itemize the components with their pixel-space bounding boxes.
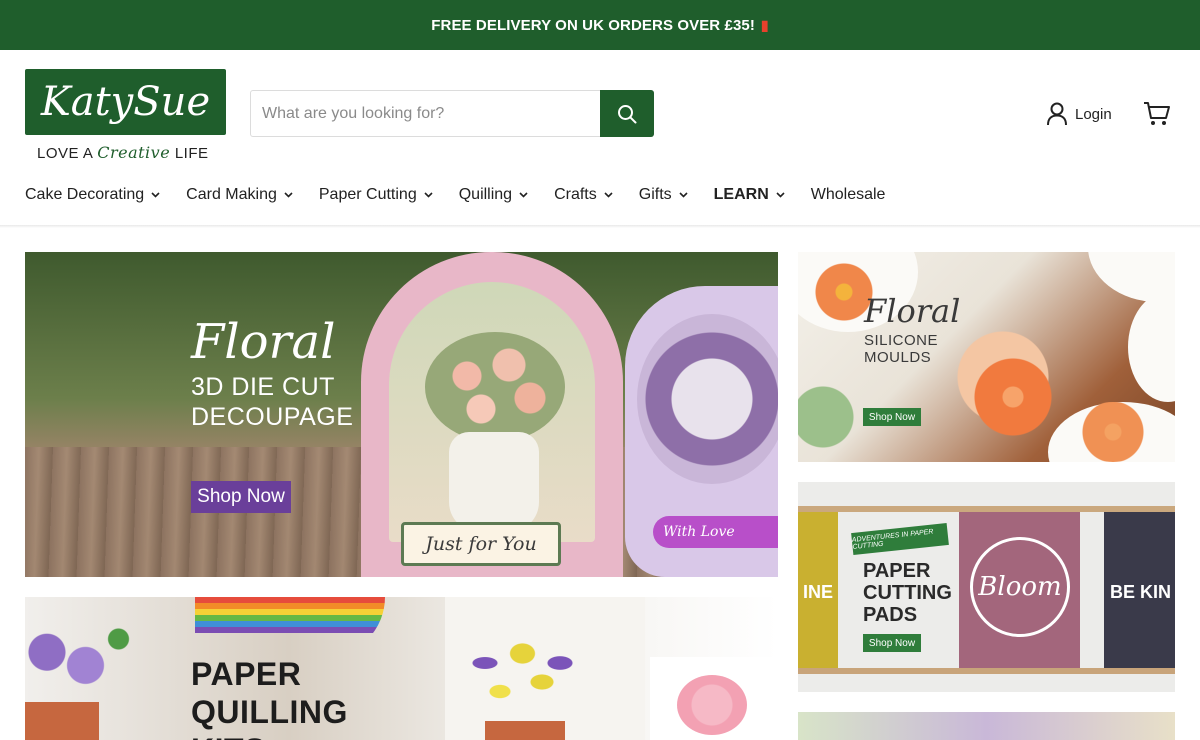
bloom-papercut: Bloom (970, 537, 1070, 637)
search-input[interactable] (251, 91, 600, 136)
banner-paper-quilling[interactable]: PAPER QUILLING KITS (25, 597, 778, 740)
banner-floral-moulds[interactable]: Floral SILICONE MOULDS Shop Now (798, 252, 1175, 462)
banner-title: Floral (191, 314, 336, 370)
quilling-strips-image (195, 597, 385, 657)
site-logo[interactable]: KatySue LOVE A Creative LIFE (25, 69, 226, 162)
search-icon (618, 104, 637, 123)
main-nav: Cake Decorating Card Making Paper Cuttin… (25, 186, 911, 204)
cart-icon (1144, 102, 1170, 125)
announcement-bar: FREE DELIVERY ON UK ORDERS OVER £35! ▮ (0, 0, 1200, 50)
logo-wordmark: KatySue (25, 69, 226, 135)
poster-image-right: BE KIN (1104, 512, 1175, 672)
search-bar (250, 90, 654, 137)
nav-item-gifts[interactable]: Gifts (639, 186, 688, 204)
login-link[interactable]: Login (1046, 102, 1112, 126)
delivery-truck-icon: ▮ (760, 16, 769, 33)
banner-partial[interactable] (798, 712, 1175, 740)
chevron-down-icon (604, 192, 613, 198)
shop-now-button[interactable]: Shop Now (863, 408, 921, 426)
banner-paper-cutting-pads[interactable]: INE Bloom BE KIN ADVENTURES IN PAPER CUT… (798, 482, 1175, 692)
chevron-down-icon (679, 192, 688, 198)
wreath-card-image: With Love (625, 286, 778, 577)
cart-button[interactable] (1143, 101, 1171, 132)
banner-title: Floral (864, 292, 961, 330)
chevron-down-icon (424, 192, 433, 198)
poster-image-left: INE (798, 512, 838, 672)
nav-item-wholesale[interactable]: Wholesale (811, 186, 886, 204)
banner-title: PAPER QUILLING KITS (191, 656, 348, 740)
nav-divider (0, 225, 1200, 228)
user-icon (1047, 102, 1067, 126)
logo-tagline: LOVE A Creative LIFE (37, 143, 209, 162)
banner-floral-decoupage[interactable]: Just for You With Love Floral 3D DIE CUT… (25, 252, 778, 577)
quilled-flowers-image (25, 617, 135, 705)
card-sentiment-label: Just for You (401, 522, 561, 566)
chevron-down-icon (519, 192, 528, 198)
announcement-text: FREE DELIVERY ON UK ORDERS OVER £35! (431, 16, 755, 34)
nav-item-crafts[interactable]: Crafts (554, 186, 613, 204)
shop-now-button[interactable]: Shop Now (191, 481, 291, 513)
arch-card-image: Just for You (361, 252, 623, 577)
search-button[interactable] (600, 90, 654, 137)
wreath-ribbon-text: With Love (653, 516, 778, 548)
pads-ribbon: ADVENTURES IN PAPER CUTTING (851, 523, 949, 555)
nav-item-paper-cutting[interactable]: Paper Cutting (319, 186, 433, 204)
shop-now-button[interactable]: Shop Now (863, 634, 921, 652)
chevron-down-icon (284, 192, 293, 198)
nav-item-cake-decorating[interactable]: Cake Decorating (25, 186, 160, 204)
nav-item-learn[interactable]: LEARN (714, 186, 785, 204)
chevron-down-icon (776, 192, 785, 198)
chevron-down-icon (151, 192, 160, 198)
quilled-pink-flower-image (677, 675, 747, 735)
quilled-crocus-image (455, 625, 605, 720)
banner-title: PAPER CUTTING PADS (863, 560, 952, 626)
nav-item-quilling[interactable]: Quilling (459, 186, 528, 204)
nav-item-card-making[interactable]: Card Making (186, 186, 293, 204)
banner-subtitle: SILICONE MOULDS (864, 332, 939, 366)
login-label: Login (1075, 105, 1112, 123)
banner-subtitle: 3D DIE CUT DECOUPAGE (191, 373, 354, 431)
